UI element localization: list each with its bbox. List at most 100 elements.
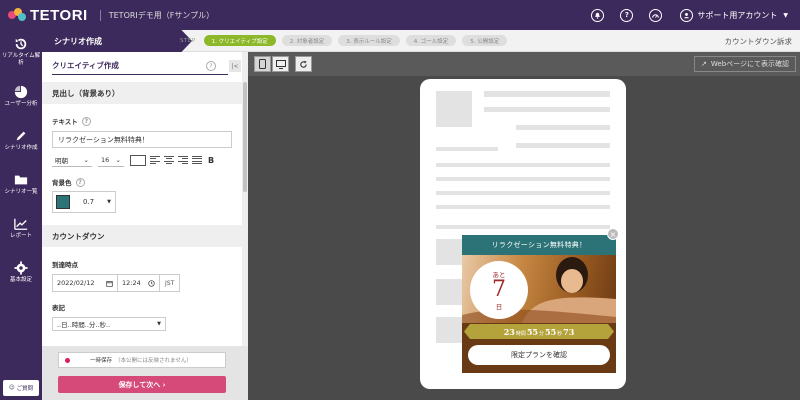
time-input[interactable]: 12:24 (118, 274, 160, 292)
text-field-label: テキスト ? (42, 116, 242, 126)
sidebar-item-scenario-create[interactable]: シナリオ作成 (0, 118, 42, 162)
bg-color-label: 背景色 (52, 179, 72, 187)
popup-cta-button[interactable]: 限定プランを確認 (468, 345, 610, 365)
step-display-rule[interactable]: 3. 表示ルール設定 (338, 35, 400, 46)
help-icon[interactable]: ? (206, 61, 216, 71)
countdown-popup: リラクゼーション無料特典！ あと 7 日 23 時間 55 分 55 秒 73 … (462, 235, 616, 373)
font-family-select[interactable]: 明朝 ⌄ (52, 154, 92, 167)
step-header: シナリオ作成 STEP 1. クリエイティブ設定 2. 対象者設定 3. 表示ル… (42, 30, 800, 52)
step-goal[interactable]: 4. ゴール設定 (405, 35, 457, 46)
bg-color-picker[interactable]: 0.7 ▼ (52, 191, 116, 213)
timezone-label: JST (160, 274, 181, 292)
temp-save-button[interactable]: 一時保存 （本公開には反映されません） (58, 352, 226, 368)
external-link-icon: ↗ (701, 60, 707, 68)
align-right-icon[interactable] (178, 155, 188, 165)
refresh-icon (300, 60, 307, 68)
align-left-icon[interactable] (150, 155, 160, 165)
line-chart-icon (14, 218, 28, 230)
app-title: TETORIデモ用（Fサンプル） (99, 9, 214, 21)
countdown-days: あと 7 日 (470, 261, 528, 319)
dashboard-icon[interactable] (649, 8, 663, 22)
step-creative[interactable]: 1. クリエイティブ設定 (203, 35, 276, 46)
sidebar-item-settings[interactable]: 基本設定 (0, 250, 42, 294)
font-size-select[interactable]: 16 ⌄ (98, 154, 124, 167)
view-on-web-label: Webページにて表示確認 (710, 60, 789, 68)
collapse-panel-button[interactable]: |< (229, 60, 241, 72)
monitor-icon (275, 59, 286, 69)
step-target[interactable]: 2. 対象者設定 (281, 35, 333, 46)
notation-label: 表記 (52, 304, 65, 312)
help-icon[interactable]: ? (620, 8, 634, 22)
bold-button[interactable]: B (208, 156, 214, 165)
user-icon (680, 8, 694, 22)
smartphone-icon (259, 59, 266, 69)
help-button[interactable]: ☺ ご質問 (3, 380, 39, 396)
timer-hours: 23 (503, 327, 515, 337)
chevron-down-icon: ⌄ (115, 155, 121, 164)
step-label: STEP (180, 37, 196, 44)
close-icon[interactable]: × (607, 228, 619, 240)
section-countdown[interactable]: カウントダウン (42, 225, 242, 247)
temp-save-note: （本公開には反映されません） (115, 358, 192, 364)
headline-text-input[interactable]: リラクゼーション無料特典！ (52, 131, 232, 148)
sidebar-item-report[interactable]: レポート (0, 206, 42, 250)
countdown-days-value: 7 (492, 277, 506, 302)
notation-select[interactable]: ..日..時間..分..秒.. ▼ (52, 317, 166, 331)
desktop-view-button[interactable] (272, 56, 289, 72)
sidebar-item-label: リアルタイム解析 (1, 53, 41, 66)
calendar-icon (106, 280, 113, 287)
countdown-unit: 日 (495, 303, 503, 311)
format-toolbar: 明朝 ⌄ 16 ⌄ B (52, 153, 242, 167)
realtime-icon (15, 39, 27, 50)
sidebar-item-label: ユーザー分析 (4, 100, 38, 107)
account-menu[interactable]: サポート用アカウント ▼ (680, 8, 788, 22)
date-input[interactable]: 2022/02/12 (52, 274, 118, 292)
mobile-view-button[interactable] (254, 56, 271, 72)
step-indicator: STEP 1. クリエイティブ設定 2. 対象者設定 3. 表示ルール設定 4.… (180, 35, 513, 46)
sidebar-item-label: レポート (9, 232, 32, 239)
text-label: テキスト (52, 118, 78, 126)
countdown-timer-ribbon: 23 時間 55 分 55 秒 73 (464, 324, 614, 339)
view-on-web-button[interactable]: ↗ Webページにて表示確認 (694, 56, 796, 72)
time-value: 12:24 (122, 279, 141, 287)
pie-chart-icon (14, 85, 28, 98)
page-title: シナリオ作成 (42, 30, 192, 52)
save-next-button[interactable]: 保存して次へ › (58, 376, 226, 393)
align-center-icon[interactable] (164, 155, 174, 165)
logo[interactable]: TETORI (8, 7, 88, 24)
editor-panel: クリエイティブ作成 ? 見出し（背景あり） テキスト ? リラクゼーション無料特… (42, 52, 248, 400)
sidebar-item-label: シナリオ一覧 (4, 188, 38, 195)
deadline-label: 到達時点 (52, 261, 78, 269)
sidebar-item-scenario-list[interactable]: シナリオ一覧 (0, 162, 42, 206)
notification-icon[interactable] (591, 8, 605, 22)
sidebar: リアルタイム解析 ユーザー分析 シナリオ作成 シナリオ一覧 レポート 基本設定 … (0, 30, 42, 400)
bg-color-field-label: 背景色 ? (42, 177, 242, 187)
caret-down-icon: ▼ (157, 321, 161, 327)
refresh-button[interactable] (295, 56, 312, 72)
scenario-name: カウントダウン訴求 (724, 36, 793, 46)
text-color-box[interactable] (130, 154, 146, 166)
sidebar-item-user-analysis[interactable]: ユーザー分析 (0, 74, 42, 118)
panel-title: クリエイティブ作成 (52, 61, 119, 70)
account-label: サポート用アカウント (697, 10, 778, 20)
panel-footer: 一時保存 （本公開には反映されません） 保存して次へ › (42, 346, 248, 400)
help-icon[interactable]: ? (75, 177, 85, 187)
timer-seconds: 55 (545, 327, 557, 337)
sidebar-item-realtime[interactable]: リアルタイム解析 (0, 30, 42, 74)
divider (52, 74, 228, 75)
gear-icon (14, 261, 28, 275)
section-heading[interactable]: 見出し（背景あり） (42, 82, 242, 104)
timer-seconds-label: 秒 (557, 331, 563, 337)
popup-title: リラクゼーション無料特典！ (462, 235, 616, 255)
preview-area: ↗ Webページにて表示確認 リラクゼーション無料特典！ あと 7 日 23 時… (248, 52, 800, 400)
smile-icon: ☺ (8, 385, 15, 391)
chevron-down-icon: ⌄ (83, 155, 89, 164)
help-icon[interactable]: ? (81, 116, 91, 126)
font-family-value: 明朝 (55, 156, 68, 165)
pencil-icon (16, 131, 26, 141)
top-bar: TETORI TETORIデモ用（Fサンプル） ? サポート用アカウント ▼ (0, 0, 800, 30)
step-publish[interactable]: 5. 公開設定 (462, 35, 508, 46)
align-justify-icon[interactable] (192, 155, 202, 165)
color-swatch (56, 195, 70, 209)
clock-icon (148, 279, 155, 287)
